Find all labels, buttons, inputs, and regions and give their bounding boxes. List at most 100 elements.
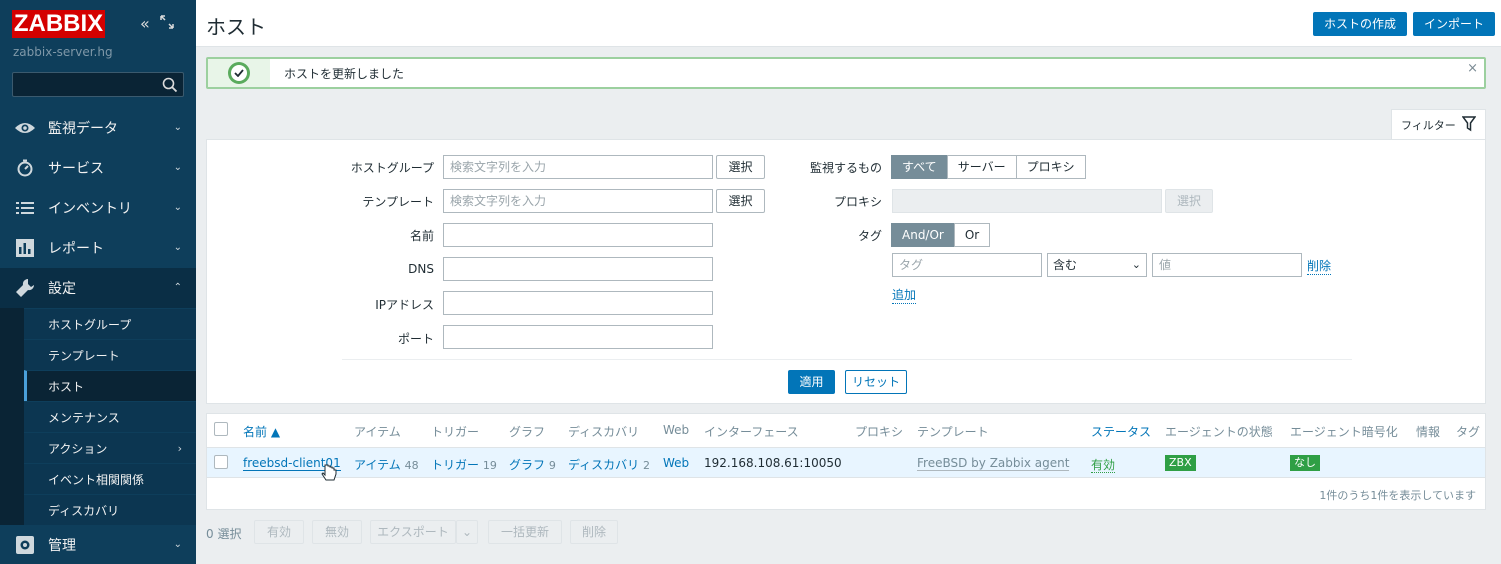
name-input[interactable] (443, 223, 713, 247)
chevron-right-icon: › (177, 442, 182, 455)
list-icon (14, 198, 36, 218)
kiosk-mode-icon[interactable] (160, 14, 174, 33)
menu-services[interactable]: サービス ⌄ (0, 148, 196, 188)
zabbix-logo[interactable]: ZABBIX (12, 10, 105, 38)
collapse-sidebar-icon[interactable]: « (140, 14, 150, 33)
host-group-input[interactable]: 検索文字列を入力 (443, 155, 713, 179)
template-link[interactable]: FreeBSD by Zabbix agent (917, 456, 1070, 471)
select-all-checkbox[interactable] (214, 422, 228, 436)
hand-cursor-icon (321, 464, 337, 481)
configuration-submenu: ホストグループ テンプレート ホスト メンテナンス アクション › イベント相関関… (0, 308, 196, 525)
submenu-host-groups[interactable]: ホストグループ (24, 308, 196, 339)
discovery-count: 2 (643, 459, 650, 472)
host-group-select-button[interactable]: 選択 (716, 155, 765, 179)
header-interface: インターフェース (704, 425, 799, 439)
eye-icon (14, 118, 36, 138)
tag-value-input[interactable]: 値 (1152, 253, 1302, 277)
submenu-templates[interactable]: テンプレート (24, 339, 196, 370)
web-link[interactable]: Web (663, 456, 689, 470)
template-select-button[interactable]: 選択 (716, 189, 765, 213)
tag-mode-or[interactable]: Or (953, 223, 991, 247)
submenu-event-correlation[interactable]: イベント相関関係 (24, 463, 196, 494)
header-tags: タグ (1456, 425, 1481, 439)
chevron-down-icon: ⌄ (173, 122, 182, 133)
sidebar-search-input[interactable] (12, 72, 184, 97)
agent-status-badge: ZBX (1165, 455, 1196, 471)
add-tag-link[interactable]: 追加 (892, 286, 917, 304)
chevron-down-icon: ⌄ (1131, 258, 1141, 271)
check-circle-icon (228, 62, 250, 84)
page-header: ホスト ホストの作成 インポート (196, 0, 1501, 47)
tag-mode-and-or[interactable]: And/Or (891, 223, 955, 247)
header-triggers: トリガー (431, 425, 480, 439)
menu-label: レポート (48, 241, 104, 257)
triggers-link[interactable]: トリガー (431, 458, 479, 472)
server-name: zabbix-server.hg (13, 45, 113, 59)
delete-button[interactable]: 削除 (570, 520, 618, 544)
discovery-link[interactable]: ディスカバリ (568, 458, 639, 472)
import-button[interactable]: インポート (1413, 12, 1496, 36)
tag-operator-select[interactable]: 含む ⌄ (1047, 253, 1147, 277)
filter-tab[interactable]: フィルター (1391, 109, 1486, 140)
port-label: ポート (397, 332, 434, 346)
menu-configuration[interactable]: 設定 ⌃ (0, 268, 196, 308)
menu-label: サービス (48, 161, 104, 177)
graphs-link[interactable]: グラフ (509, 458, 545, 472)
interface-value: 192.168.108.61:10050 (704, 456, 842, 470)
monitored-by-all[interactable]: すべて (891, 155, 948, 179)
items-count: 48 (404, 459, 419, 472)
encryption-badge: なし (1290, 455, 1320, 471)
message-text: ホストを更新しました (284, 67, 405, 81)
tag-mode-segmented: And/Or Or (891, 223, 991, 247)
dns-input[interactable] (443, 257, 713, 281)
dns-label: DNS (408, 262, 434, 276)
tag-name-input[interactable]: タグ (892, 253, 1042, 277)
menu-reports[interactable]: レポート ⌄ (0, 228, 196, 268)
enable-button[interactable]: 有効 (254, 520, 304, 544)
menu-monitoring[interactable]: 監視データ ⌄ (0, 108, 196, 148)
create-host-button[interactable]: ホストの作成 (1313, 12, 1408, 36)
reset-button[interactable]: リセット (845, 370, 907, 394)
header-status[interactable]: ステータス (1091, 423, 1151, 440)
monitored-by-server[interactable]: サーバー (946, 155, 1017, 179)
template-input[interactable]: 検索文字列を入力 (443, 189, 713, 213)
remove-tag-link[interactable]: 削除 (1307, 257, 1332, 275)
export-button[interactable]: エクスポート (370, 520, 456, 544)
row-checkbox[interactable] (214, 455, 228, 469)
port-input[interactable] (443, 325, 713, 349)
funnel-icon (1462, 116, 1476, 132)
submenu-actions[interactable]: アクション › (24, 432, 196, 463)
selected-count: 0 選択 (206, 527, 242, 541)
chevron-down-icon: ⌄ (461, 525, 473, 539)
proxy-input (892, 189, 1162, 213)
submenu-maintenance[interactable]: メンテナンス (24, 401, 196, 432)
close-icon[interactable]: × (1467, 61, 1478, 76)
status-link[interactable]: 有効 (1091, 458, 1116, 473)
monitored-by-proxy[interactable]: プロキシ (1015, 155, 1086, 179)
name-label: 名前 (409, 229, 434, 243)
success-message: ホストを更新しました × (206, 57, 1486, 89)
menu-inventory[interactable]: インベントリ ⌄ (0, 188, 196, 228)
filter-divider (342, 359, 1352, 360)
proxy-select-button: 選択 (1165, 189, 1213, 213)
submenu-hosts[interactable]: ホスト (24, 370, 196, 401)
menu-label: 管理 (48, 538, 76, 554)
apply-button[interactable]: 適用 (788, 370, 835, 394)
ip-input[interactable] (443, 291, 713, 315)
menu-label: 監視データ (48, 121, 118, 137)
filter-panel: ホストグループ 検索文字列を入力 選択 テンプレート 検索文字列を入力 選択 名… (206, 139, 1486, 404)
mass-update-button[interactable]: 一括更新 (488, 520, 562, 544)
disable-button[interactable]: 無効 (312, 520, 362, 544)
header-name[interactable]: 名前 ▲ (243, 423, 280, 440)
submenu-discovery[interactable]: ディスカバリ (24, 494, 196, 525)
stopwatch-icon (14, 158, 36, 178)
items-link[interactable]: アイテム (354, 458, 401, 472)
chevron-down-icon: ⌄ (173, 162, 182, 173)
menu-administration[interactable]: 管理 ⌄ (0, 525, 196, 564)
menu-label: インベントリ (48, 201, 132, 217)
export-dropdown-button[interactable]: ⌄ (456, 520, 478, 544)
main-menu: 監視データ ⌄ サービス ⌄ インベントリ ⌄ レポート ⌄ 設定 ⌃ ホストグ… (0, 108, 196, 564)
search-icon[interactable] (162, 77, 178, 93)
table-row: freebsd-client01 アイテム 48 トリガー 19 グラフ 9 デ… (207, 447, 1485, 481)
cog-icon (14, 535, 36, 555)
